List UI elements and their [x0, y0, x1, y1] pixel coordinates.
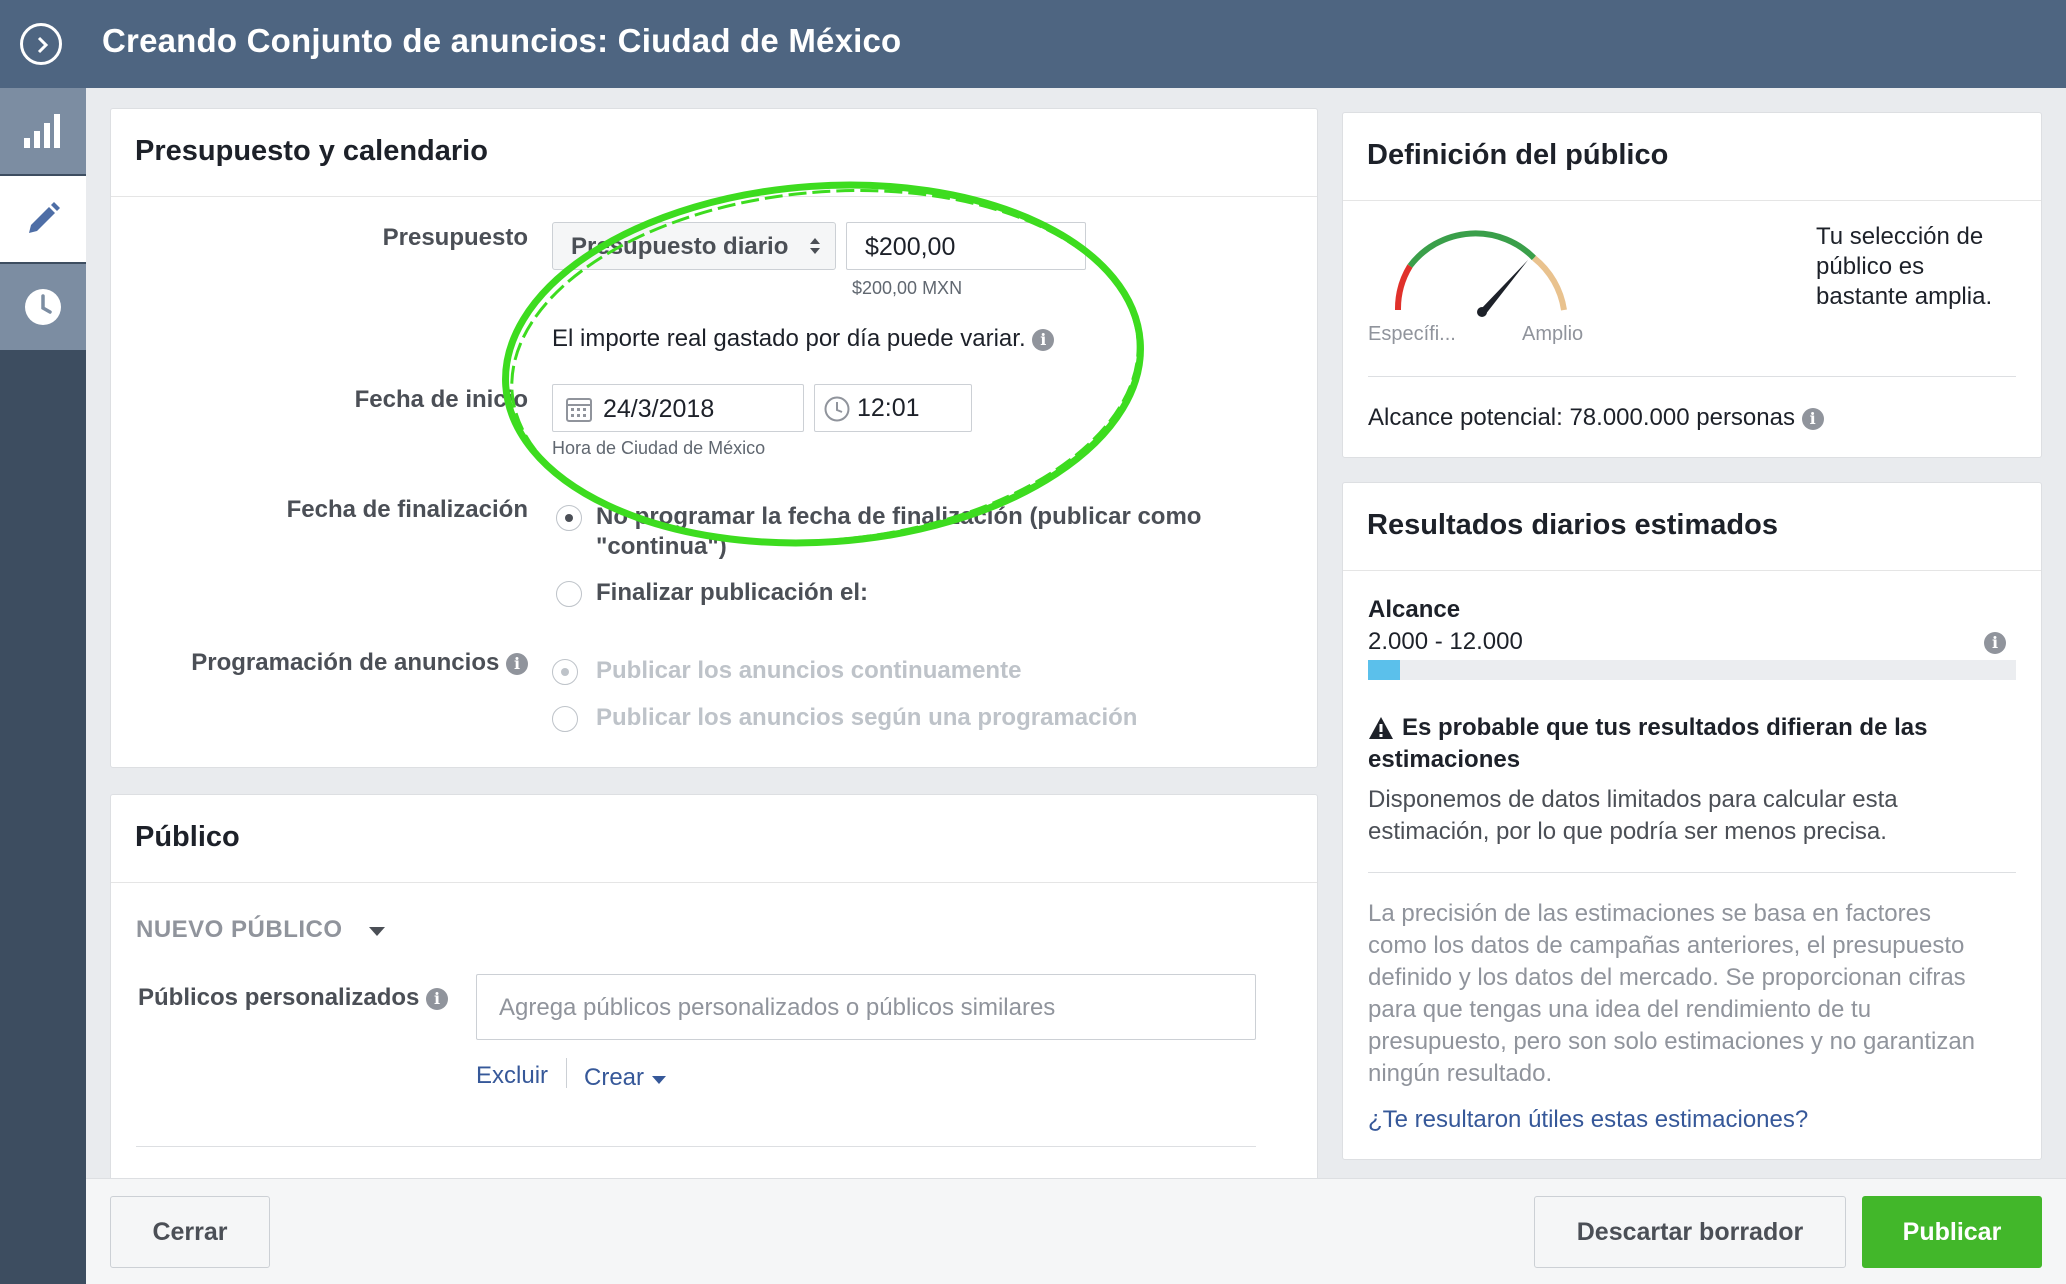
ad-scheduling-label-text: Programación de anuncios [191, 649, 500, 676]
accuracy-line: presupuesto, pero son solo estimaciones … [1368, 1028, 1976, 1055]
start-time-input[interactable]: 12:01 [814, 384, 972, 432]
link-divider [566, 1058, 567, 1088]
rail-item-reports[interactable] [0, 88, 86, 174]
pencil-icon [29, 202, 60, 233]
budget-hint-text: El importe real gastado por día puede va… [552, 325, 1026, 352]
custom-audiences-placeholder: Agrega públicos personalizados o público… [499, 994, 1056, 1021]
limited-line-2: estimación, por lo que podría ser menos … [1368, 818, 1887, 845]
budget-currency-note: $200,00 MXN [852, 278, 963, 298]
bar-chart-icon [24, 114, 60, 148]
budget-type-value: Presupuesto diario [571, 233, 789, 260]
section-title: Definición del público [1343, 113, 2041, 201]
new-audience-dropdown[interactable]: NUEVO PÚBLICO [136, 916, 386, 944]
end-date-option-label: Finalizar publicación el: [596, 579, 869, 606]
reach-bar [1368, 660, 2016, 680]
no-end-date-label: No programar la fecha de finalización (p… [596, 502, 1201, 562]
budget-amount-value: $200,00 [865, 233, 956, 261]
budget-amount-input[interactable]: $200,00 [846, 222, 1086, 270]
caret-down-icon [368, 927, 385, 936]
potential-reach: Alcance potencial: 78.000.000 personas i [1368, 404, 1824, 432]
clock-icon [824, 396, 850, 422]
timezone-note: Hora de Ciudad de México [552, 438, 766, 458]
start-time-value: 12:01 [857, 394, 920, 422]
create-link-label: Crear [584, 1064, 645, 1091]
reach-label: Alcance [1368, 596, 1461, 623]
discard-draft-button[interactable]: Descartar borrador [1534, 1196, 1846, 1268]
section-title: Resultados diarios estimados [1343, 483, 2041, 571]
audience-divider [136, 1146, 1256, 1147]
feedback-link[interactable]: ¿Te resultaron útiles estas estimaciones… [1368, 1106, 1808, 1134]
reach-value: 2.000 - 12.000 [1368, 628, 1523, 655]
accuracy-line: para que tengas una idea del rendimiento… [1368, 996, 1872, 1023]
info-icon[interactable]: i [426, 987, 449, 1010]
gauge-broad-label: Amplio [1522, 323, 1584, 345]
ad-scheduling-label: Programación de anuncios i [120, 649, 528, 677]
create-dropdown[interactable]: Crear [584, 1064, 667, 1092]
caret-down-icon [651, 1076, 666, 1084]
audience-summary: Tu selección de público es bastante ampl… [1816, 222, 1992, 312]
rail-item-history[interactable] [0, 264, 86, 350]
warning-text: Es probable que tus resultados difieran … [1368, 712, 2008, 776]
summary-line-3: bastante amplia. [1816, 283, 1993, 310]
run-continuously-label: Publicar los anuncios continuamente [596, 657, 1022, 684]
run-on-schedule-label: Publicar los anuncios según una programa… [596, 704, 1138, 731]
warning-line-2: estimaciones [1368, 746, 1521, 773]
calendar-icon [566, 398, 592, 422]
no-end-date-line2: "continua") [596, 533, 727, 560]
audience-gauge [1394, 230, 1567, 317]
definition-divider [1368, 376, 2016, 377]
summary-line-1: Tu selección de [1816, 223, 1984, 250]
end-date-label: Fecha de finalización [286, 496, 528, 523]
budget-label: Presupuesto [382, 224, 528, 251]
info-icon[interactable]: i [1801, 407, 1824, 430]
potential-reach-text: Alcance potencial: 78.000.000 personas [1368, 404, 1795, 431]
gauge-specific-label: Específi... [1368, 323, 1456, 345]
exclude-link[interactable]: Excluir [476, 1062, 548, 1090]
radio-run-on-schedule [552, 706, 578, 732]
no-end-date-line1: No programar la fecha de finalización (p… [596, 503, 1202, 530]
start-date-label: Fecha de inicio [354, 386, 528, 413]
budget-hint: El importe real gastado por día puede va… [552, 325, 1055, 353]
clock-icon [25, 289, 61, 325]
radio-run-continuously [552, 659, 578, 685]
custom-audiences-input[interactable]: Agrega públicos personalizados o público… [476, 974, 1256, 1040]
top-bar: Creando Conjunto de anuncios: Ciudad de … [0, 0, 2066, 88]
results-divider [1368, 872, 2016, 873]
left-rail [0, 88, 86, 1284]
rail-item-edit[interactable] [0, 176, 86, 262]
summary-line-2: público es [1816, 253, 1925, 280]
section-title: Presupuesto y calendario [111, 109, 1317, 197]
new-audience-label: NUEVO PÚBLICO [136, 916, 343, 943]
accuracy-line: ningún resultado. [1368, 1060, 1553, 1087]
limited-line-1: Disponemos de datos limitados para calcu… [1368, 786, 1898, 813]
page-title: Creando Conjunto de anuncios: Ciudad de … [102, 22, 902, 59]
info-icon[interactable]: i [1984, 632, 2006, 654]
expand-nav-icon[interactable] [20, 23, 62, 65]
close-button[interactable]: Cerrar [110, 1196, 270, 1268]
radio-no-end-date[interactable] [556, 505, 582, 531]
info-icon[interactable]: i [1032, 328, 1055, 351]
section-title: Público [111, 795, 1317, 883]
radio-end-date[interactable] [556, 581, 582, 607]
info-icon[interactable]: i [506, 652, 528, 675]
start-date-input[interactable]: 24/3/2018 [552, 384, 804, 432]
custom-audiences-label-text: Públicos personalizados [138, 984, 420, 1011]
accuracy-line: definido y los datos del mercado. Se pro… [1368, 964, 1966, 991]
publish-button[interactable]: Publicar [1862, 1196, 2042, 1268]
budget-type-select[interactable]: Presupuesto diario [552, 222, 836, 270]
warning-line-1: Es probable que tus resultados difieran … [1402, 714, 1928, 741]
custom-audiences-label: Públicos personalizados i [138, 984, 449, 1012]
reach-bar-fill [1368, 660, 1401, 680]
start-date-value: 24/3/2018 [603, 395, 715, 423]
limited-data-text: Disponemos de datos limitados para calcu… [1368, 784, 1898, 848]
accuracy-line: como los datos de campañas anteriores, e… [1368, 932, 1965, 959]
sort-caret-icon [810, 238, 820, 254]
accuracy-text: La precisión de las estimaciones se basa… [1368, 898, 1975, 1090]
accuracy-line: La precisión de las estimaciones se basa… [1368, 900, 1931, 927]
